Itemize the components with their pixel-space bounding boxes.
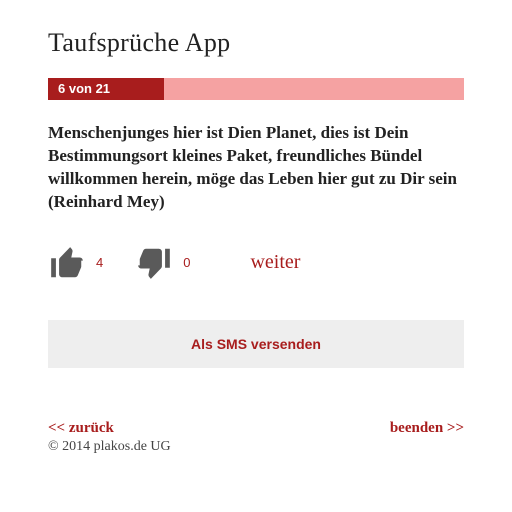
upvote-button[interactable]: 4 [48, 244, 103, 282]
send-sms-button[interactable]: Als SMS versenden [48, 320, 464, 368]
quote-text: Menschenjunges hier ist Dien Planet, die… [48, 122, 464, 214]
progress-bar: 6 von 21 [48, 78, 464, 100]
page-title: Taufsprüche App [48, 28, 464, 58]
downvote-button[interactable]: 0 [135, 244, 190, 282]
copyright-text: © 2014 plakos.de UG [48, 439, 171, 455]
next-button[interactable]: weiter [250, 251, 300, 274]
downvote-count: 0 [183, 255, 190, 270]
upvote-count: 4 [96, 255, 103, 270]
thumbs-up-icon [48, 244, 86, 282]
thumbs-down-icon [135, 244, 173, 282]
end-button[interactable]: beenden >> [390, 420, 464, 455]
progress-label: 6 von 21 [58, 78, 110, 100]
footer-nav: << zurück © 2014 plakos.de UG beenden >> [48, 420, 464, 455]
vote-row: 4 0 weiter [48, 244, 464, 282]
back-button[interactable]: << zurück [48, 420, 171, 437]
